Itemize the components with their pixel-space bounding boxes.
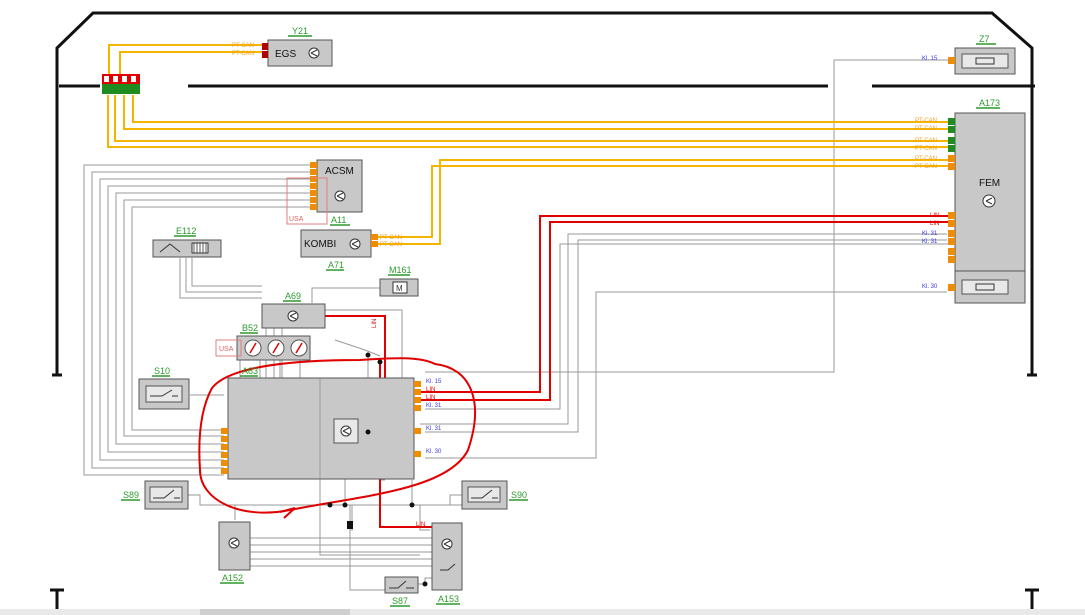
pin-label: PT-CAN [915,138,937,144]
module-name: FEM [979,178,1000,189]
pin-label: Kl. 31 [426,403,442,409]
module-a71-kombi[interactable]: KOMBI PT-CAN PT-CAN A71 [300,229,402,271]
transistor-symbol-icon [228,537,240,549]
module-id-label: B52 [242,323,258,333]
annotation-tick [279,507,296,519]
module-id-label: A152 [222,573,243,583]
switch-s90[interactable]: S90 [461,480,528,510]
module-id-label: S10 [154,366,170,376]
component-e112[interactable]: E112 [152,226,222,258]
module-name: EGS [275,49,296,60]
transistor-symbol-icon [308,47,320,59]
module-id-label: Y21 [292,26,308,36]
module-y21-egs[interactable]: EGS Y21 PT-CAN PT-CAN [232,26,333,67]
module-name: ACSM [325,166,354,177]
wire-label: LIN [372,319,378,328]
pin-label: Kl. 15 [922,56,938,62]
module-a153[interactable]: A153 LIN [416,522,463,605]
pin-label: PT-CAN [232,43,254,49]
module-id-label: A71 [328,260,344,270]
module-id-label: A173 [979,98,1000,108]
module-a83[interactable]: Kl. 15 LIN LIN Kl. 31 Kl. 31 Kl. 30 A83 [221,366,442,480]
pin-label: LIN [930,221,939,227]
module-id-label: A11 [331,215,346,225]
pin-label: LIN [426,395,435,401]
wiring-diagram: EGS Y21 PT-CAN PT-CAN Z7 Kl. 15 FEM A173 [50,11,1039,612]
module-id-label: A69 [285,291,301,301]
module-id-label: Z7 [979,34,990,44]
component-b52[interactable]: USA B52 [215,323,311,361]
transistor-symbol-icon [340,425,352,437]
pin-label: Kl. 31 [922,239,938,245]
transistor-symbol-icon [287,310,299,322]
module-id-label: M161 [389,265,412,275]
svg-text:M: M [396,284,403,293]
module-a173-fem[interactable]: FEM A173 PT-CAN PT-CAN PT-CAN PT-CAN PT-… [915,98,1026,304]
pin-label: PT-CAN [915,118,937,124]
module-id-label: S90 [511,490,527,500]
transistor-symbol-icon [334,190,346,202]
scrollbar-thumb[interactable] [200,609,350,615]
switch-s10[interactable]: S10 [138,366,190,410]
pin-label: LIN [426,387,435,393]
vehicle-outline [50,11,1039,612]
pin-label: Kl. 15 [426,379,442,385]
transistor-symbol-icon [441,538,453,550]
pin-label: Kl. 31 [922,231,938,237]
gauge-icon [290,339,308,357]
module-z7[interactable]: Z7 Kl. 15 [922,34,1016,75]
module-name: KOMBI [304,239,336,250]
module-id-label: A83 [242,366,258,376]
component-m161[interactable]: M M161 [379,265,419,297]
pin-label: PT-CAN [915,156,937,162]
can-splice-connector [102,74,140,94]
horizontal-scrollbar[interactable] [0,609,1085,615]
module-id-label: E112 [176,226,196,236]
region-tag: USA [289,216,304,223]
pin-label: Kl. 30 [922,284,938,290]
can-wires [107,44,976,245]
pin-label: PT-CAN [380,235,402,241]
pin-label: Kl. 31 [426,426,442,432]
pin-label: PT-CAN [380,242,402,248]
module-a152[interactable]: A152 [218,521,251,584]
gauge-icon [267,339,285,357]
transistor-symbol-icon [982,194,996,208]
pin-label: PT-CAN [915,126,937,132]
module-id-label: A153 [438,594,459,604]
pin-label: Kl. 30 [426,449,442,455]
gauge-icon [244,339,262,357]
region-tag: USA [219,346,234,353]
switch-s87[interactable]: S87 [384,576,419,607]
transistor-symbol-icon [349,238,361,250]
ground-wires [83,59,950,591]
motor-icon: M [392,281,408,294]
pin-label: PT-CAN [232,51,254,57]
module-id-label: S87 [392,596,408,606]
pin-label: LIN [930,213,939,219]
pin-label: PT-CAN [915,164,937,170]
module-id-label: S89 [123,490,139,500]
pin-label: PT-CAN [915,146,937,152]
switch-s89[interactable]: S89 [121,480,189,510]
wire-label: LIN [416,522,425,528]
